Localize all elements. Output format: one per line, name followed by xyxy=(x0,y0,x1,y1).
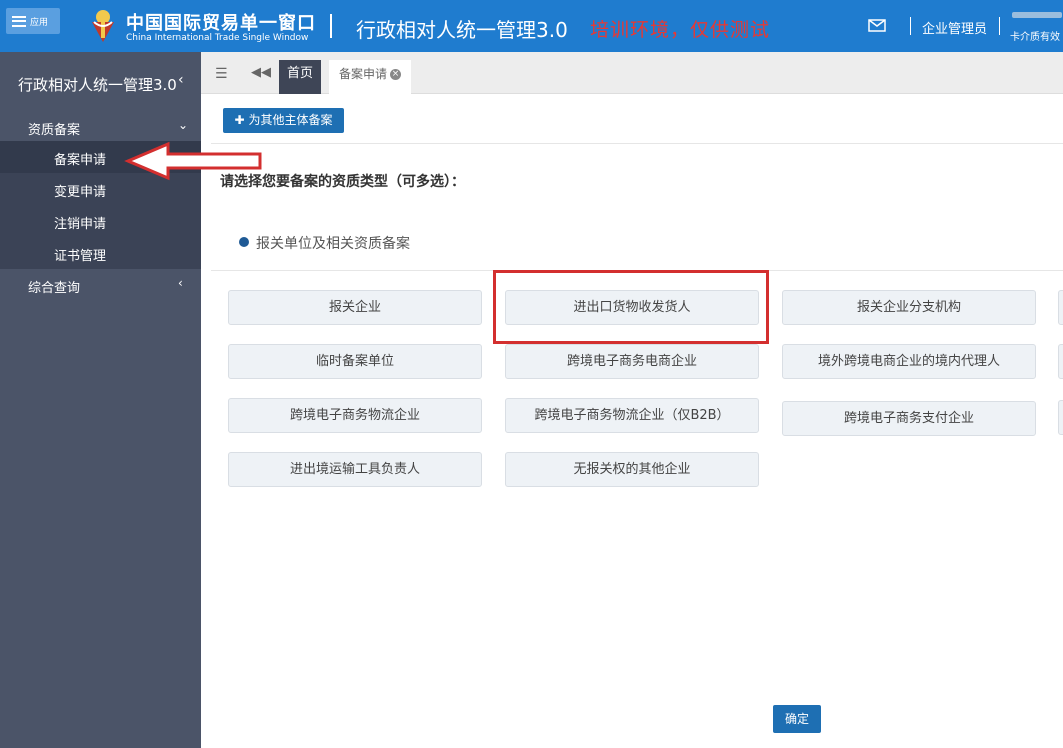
sidebar-item-label: 备案申请 xyxy=(54,153,107,168)
tab-home[interactable]: 首页 xyxy=(279,60,321,94)
header-divider xyxy=(999,17,1000,35)
bullet-icon xyxy=(239,237,249,247)
type-cbec-logistics[interactable]: 跨境电子商务物流企业 xyxy=(228,398,482,433)
menu-icon xyxy=(12,15,26,27)
annotation-highlight-box xyxy=(493,270,769,344)
chevron-left-icon: ‹ xyxy=(178,276,183,290)
type-customs-broker[interactable]: 报关企业 xyxy=(228,290,482,325)
type-temporary-unit[interactable]: 临时备案单位 xyxy=(228,344,482,379)
menu-toggle-icon[interactable]: ☰ xyxy=(215,66,228,82)
user-role[interactable]: 企业管理员 xyxy=(922,18,987,37)
type-transport-operator[interactable]: 进出境运输工具负责人 xyxy=(228,452,482,487)
chevron-down-icon: ⌄ xyxy=(178,118,189,132)
confirm-button[interactable]: 确定 xyxy=(773,705,821,733)
sidebar-group-label: 综合查询 xyxy=(28,281,81,296)
sidebar-item-label: 注销申请 xyxy=(54,217,107,232)
tab-apply[interactable]: 备案申请 × xyxy=(329,60,411,94)
brand-name-cn: 中国国际贸易单一窗口 xyxy=(126,13,316,34)
type-button-clipped[interactable] xyxy=(1058,400,1063,435)
double-chevron-left-icon[interactable]: ◀◀ xyxy=(251,65,271,80)
sidebar-title: 行政相对人统一管理3.0 xyxy=(18,76,177,94)
system-title: 行政相对人统一管理3.0 xyxy=(356,18,568,42)
divider xyxy=(211,143,1063,144)
tab-bar: ☰ ◀◀ 首页 备案申请 × xyxy=(201,52,1063,94)
header-divider xyxy=(910,17,911,35)
add-other-entity-label: 为其他主体备案 xyxy=(248,113,333,127)
environment-note: 培训环境，仅供测试 xyxy=(590,19,771,41)
sidebar-item-label: 证书管理 xyxy=(54,249,107,264)
type-cbec-ecommerce[interactable]: 跨境电子商务电商企业 xyxy=(505,344,759,379)
type-button-clipped[interactable] xyxy=(1058,290,1063,325)
type-cbec-logistics-b2b[interactable]: 跨境电子商务物流企业（仅B2B） xyxy=(505,398,759,433)
add-other-entity-button[interactable]: ✚ 为其他主体备案 xyxy=(223,108,344,133)
header-divider xyxy=(330,14,332,38)
sidebar-item-certificates[interactable]: 证书管理 xyxy=(0,237,201,269)
top-header: 应用 中国国际贸易单一窗口 China International Trade … xyxy=(0,0,1063,52)
type-other-enterprise[interactable]: 无报关权的其他企业 xyxy=(505,452,759,487)
type-overseas-agent[interactable]: 境外跨境电商企业的境内代理人 xyxy=(782,344,1036,379)
user-name[interactable]: 卡介质有效 xyxy=(1010,28,1060,43)
sidebar-item-cancel[interactable]: 注销申请 xyxy=(0,205,201,237)
user-info-redacted xyxy=(1012,12,1062,18)
tab-label: 备案申请 xyxy=(339,67,388,81)
close-icon[interactable]: × xyxy=(390,69,402,80)
brand-name-en: China International Trade Single Window xyxy=(126,33,309,43)
sidebar-group-label: 资质备案 xyxy=(28,123,81,138)
plus-icon: ✚ xyxy=(234,113,245,127)
app-menu-label: 应用 xyxy=(30,17,49,28)
selection-prompt: 请选择您要备案的资质类型（可多选）： xyxy=(220,174,465,190)
section-title: 报关单位及相关资质备案 xyxy=(256,236,410,252)
app-menu-button[interactable]: 应用 xyxy=(6,8,60,34)
type-broker-branch[interactable]: 报关企业分支机构 xyxy=(782,290,1036,325)
sidebar-group-qualification[interactable]: 资质备案 ⌄ xyxy=(0,112,201,142)
mail-icon[interactable] xyxy=(868,19,886,32)
sidebar-group-query[interactable]: 综合查询 ‹ xyxy=(0,270,201,300)
sidebar-collapse-icon[interactable]: ‹ xyxy=(178,72,184,88)
type-button-clipped[interactable] xyxy=(1058,344,1063,379)
sidebar-item-label: 变更申请 xyxy=(54,185,107,200)
single-window-logo xyxy=(92,10,114,42)
type-cbec-payment[interactable]: 跨境电子商务支付企业 xyxy=(782,401,1036,436)
